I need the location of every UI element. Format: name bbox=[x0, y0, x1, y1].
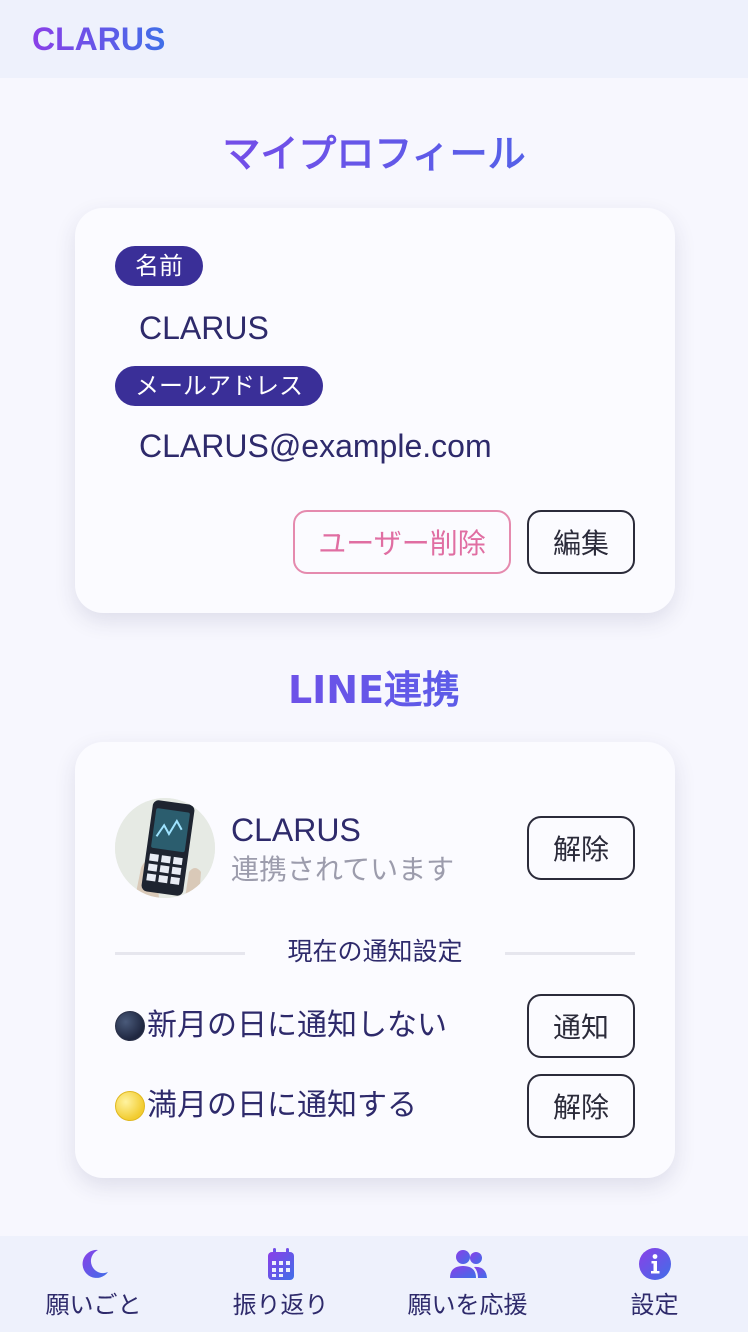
email-value: CLARUS@example.com bbox=[139, 428, 492, 464]
info-icon bbox=[638, 1248, 671, 1280]
moon-icon bbox=[82, 1249, 108, 1278]
calendar-icon bbox=[267, 1248, 294, 1280]
nav-item-wishes[interactable]: 願いごと bbox=[0, 1236, 187, 1332]
avatar bbox=[115, 798, 215, 898]
users-icon bbox=[449, 1250, 487, 1278]
nav-item-support[interactable]: 願いを応援 bbox=[374, 1236, 561, 1332]
nav-label-review: 振り返り bbox=[232, 1291, 329, 1319]
nav-label-settings: 設定 bbox=[630, 1291, 679, 1319]
email-label: メールアドレス bbox=[115, 366, 323, 406]
app-logo[interactable]: CLARUS bbox=[32, 20, 165, 58]
divider-right bbox=[505, 952, 635, 955]
new-moon-notification-text: 新月の日に通知しない bbox=[147, 1008, 447, 1043]
new-moon-icon bbox=[115, 1011, 145, 1041]
new-moon-notify-button[interactable]: 通知 bbox=[527, 994, 635, 1058]
line-status-text: 連携されています bbox=[231, 853, 455, 886]
app-header: CLARUS bbox=[0, 0, 748, 78]
name-label: 名前 bbox=[115, 246, 203, 286]
nav-item-settings[interactable]: 設定 bbox=[561, 1236, 748, 1332]
name-value: CLARUS bbox=[139, 310, 269, 346]
bottom-nav: 願いごと 振り返り 願いを応援 設定 bbox=[0, 1236, 748, 1332]
delete-user-button[interactable]: ユーザー削除 bbox=[293, 510, 511, 574]
nav-label-wishes: 願いごと bbox=[45, 1291, 142, 1319]
phone-photo-icon bbox=[115, 798, 215, 898]
new-moon-notification-row: 新月の日に通知しない bbox=[115, 1006, 447, 1046]
full-moon-icon bbox=[115, 1091, 145, 1121]
full-moon-unsubscribe-button[interactable]: 解除 bbox=[527, 1074, 635, 1138]
edit-profile-button[interactable]: 編集 bbox=[527, 510, 635, 574]
full-moon-notification-text: 満月の日に通知する bbox=[147, 1088, 417, 1123]
line-unlink-button[interactable]: 解除 bbox=[527, 816, 635, 880]
line-title: LINE連携 bbox=[0, 666, 748, 714]
profile-title: マイプロフィール bbox=[0, 130, 748, 178]
profile-card: 名前 CLARUS メールアドレス CLARUS@example.com ユーザ… bbox=[75, 208, 675, 613]
nav-label-support: 願いを応援 bbox=[407, 1291, 528, 1319]
line-card: CLARUS 連携されています 解除 現在の通知設定 新月の日に通知しない 通知… bbox=[75, 742, 675, 1178]
full-moon-notification-row: 満月の日に通知する bbox=[115, 1086, 417, 1126]
line-account-name: CLARUS bbox=[231, 812, 361, 848]
nav-item-review[interactable]: 振り返り bbox=[187, 1236, 374, 1332]
